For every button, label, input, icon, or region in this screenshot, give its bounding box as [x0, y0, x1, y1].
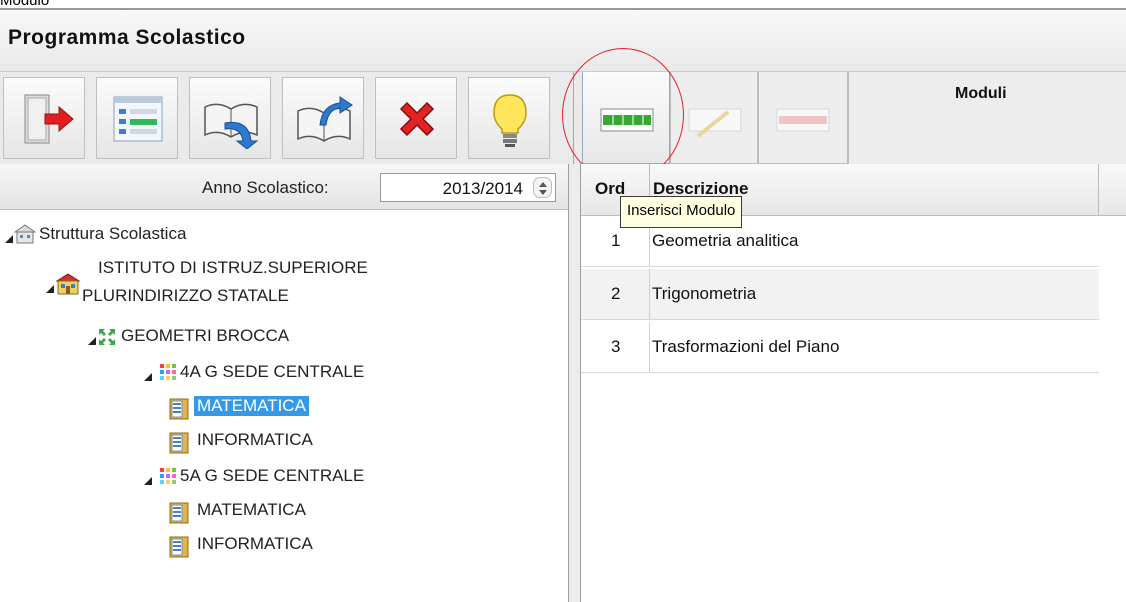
cell-description: Trigonometria: [652, 284, 757, 303]
page-title: Programma Scolastico: [8, 26, 246, 49]
subject-book-icon: [169, 398, 189, 420]
subject-book-icon: [169, 536, 189, 558]
book-import-button[interactable]: [189, 77, 271, 159]
delete-button[interactable]: [375, 77, 457, 159]
cell-description: Trasformazioni del Piano: [652, 337, 840, 356]
red-grid-icon: [776, 108, 830, 132]
cell-order: 2: [581, 269, 650, 319]
school-building-icon: [56, 273, 80, 295]
modules-section: Moduli: [848, 72, 1126, 164]
building-icon: [14, 224, 36, 244]
tooltip: Inserisci Modulo: [620, 196, 743, 228]
year-spinner[interactable]: 2013/2014: [380, 173, 556, 202]
subject-book-icon: [169, 432, 189, 454]
tree-label-root: Struttura Scolastica: [39, 224, 187, 243]
main-toolbar: [0, 72, 574, 164]
book-export-button[interactable]: [282, 77, 364, 159]
tree-label-class: 5A G SEDE CENTRALE: [180, 466, 365, 485]
modules-label: Moduli: [955, 85, 1007, 102]
cell-order: 3: [581, 322, 650, 372]
subject-book-icon: [169, 502, 189, 524]
hint-button[interactable]: [468, 77, 550, 159]
spinner-arrows-icon[interactable]: [533, 177, 552, 198]
expanded-triangle-icon[interactable]: [144, 373, 152, 381]
book-arrow-out-icon: [297, 96, 353, 142]
green-arrows-icon: [99, 329, 115, 345]
top-strip: Modulo: [0, 0, 1126, 10]
school-tree: Struttura Scolastica ISTITUTO DI ISTRUZ.…: [0, 210, 568, 602]
red-x-icon: [399, 101, 435, 137]
expanded-triangle-icon[interactable]: [46, 285, 54, 293]
delete-module-button[interactable]: [758, 72, 848, 164]
expanded-triangle-icon[interactable]: [5, 235, 13, 243]
class-grid-icon: [160, 364, 176, 380]
tree-label-branch: GEOMETRI BROCCA: [121, 326, 290, 345]
form-button[interactable]: [96, 77, 178, 159]
modules-table: Ord Descrizione 1 Geometria analitica 2 …: [581, 164, 1126, 602]
pencil-grid-icon: [688, 108, 742, 138]
expanded-triangle-icon[interactable]: [144, 477, 152, 485]
highlight-circle: [562, 48, 684, 182]
tree-label-school-line1: ISTITUTO DI ISTRUZ.SUPERIORE: [98, 258, 368, 277]
tree-label-subject: INFORMATICA: [197, 430, 313, 449]
tree-label-subject: MATEMATICA: [197, 500, 306, 519]
tree-label-subject: MATEMATICA: [194, 396, 309, 416]
exit-button[interactable]: [3, 77, 85, 159]
table-row[interactable]: 2 Trigonometria: [581, 269, 1099, 320]
tree-label-subject: INFORMATICA: [197, 534, 313, 553]
structure-panel: Anno Scolastico: 2013/2014 Struttura Sco…: [0, 164, 568, 602]
form-icon: [113, 96, 163, 142]
book-arrow-in-icon: [204, 103, 259, 149]
title-bar: Programma Scolastico: [0, 10, 1126, 72]
lightbulb-icon: [493, 94, 527, 147]
table-row[interactable]: 3 Trasformazioni del Piano: [581, 322, 1099, 373]
panel-splitter[interactable]: [568, 164, 581, 602]
exit-door-icon: [24, 94, 74, 144]
year-value: 2013/2014: [442, 179, 523, 198]
year-bar: Anno Scolastico: 2013/2014: [0, 164, 568, 210]
year-label: Anno Scolastico:: [202, 178, 329, 197]
tree-label-school-line2: PLURINDIRIZZO STATALE: [82, 286, 289, 305]
expanded-triangle-icon[interactable]: [88, 337, 96, 345]
tree-label-class: 4A G SEDE CENTRALE: [180, 362, 365, 381]
class-grid-icon: [160, 468, 176, 484]
